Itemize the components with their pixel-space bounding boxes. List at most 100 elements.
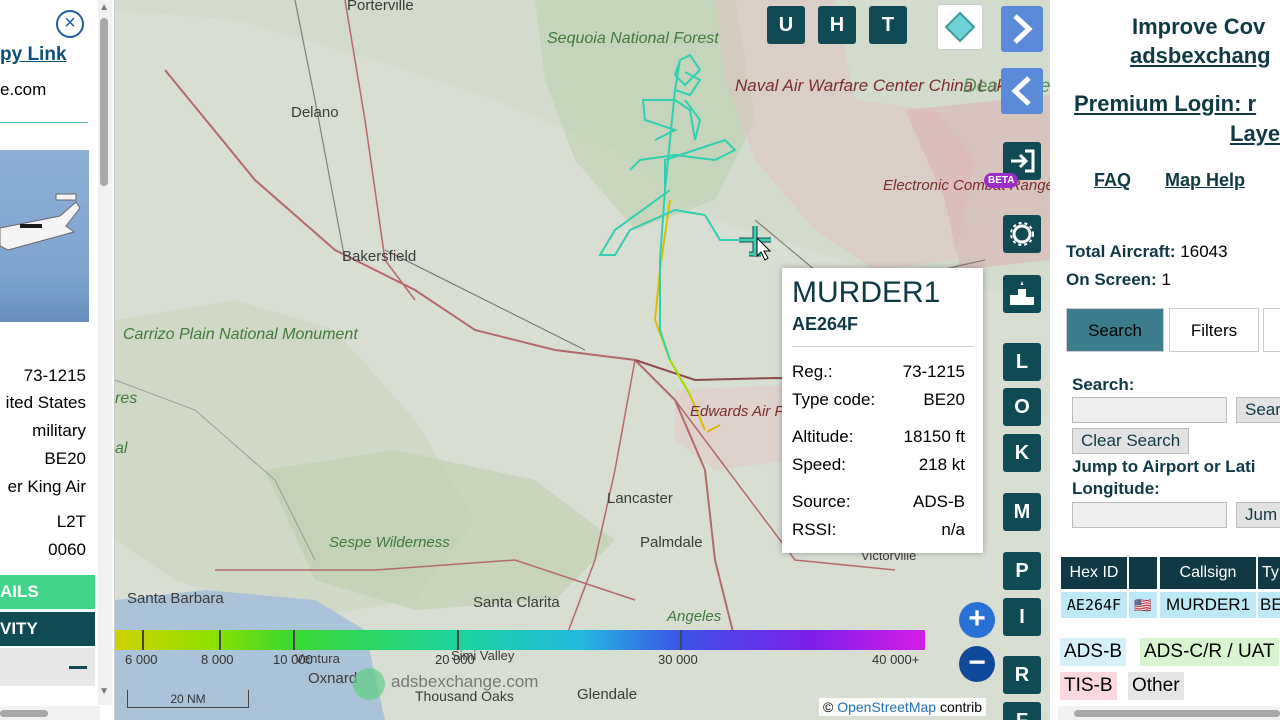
watermark: adsbexchange.com <box>391 672 539 691</box>
popup-value: BE20 <box>923 390 965 409</box>
zoom-in-button[interactable]: + <box>959 602 995 638</box>
detail-registration: 73-1215 <box>23 366 86 385</box>
popup-alt-row: Altitude: 18150 ft <box>792 427 965 447</box>
f-button[interactable]: F <box>1003 702 1041 720</box>
faq-link[interactable]: FAQ <box>1094 170 1131 191</box>
jump-input[interactable] <box>1072 502 1227 528</box>
place-label: Palmdale <box>640 534 703 551</box>
aircraft-photo-image <box>0 193 81 251</box>
improve-coverage-link[interactable]: adsbexchang <box>1130 43 1271 69</box>
place-label: Oxnard <box>308 670 358 687</box>
legend-tick <box>457 630 459 650</box>
table-cell-type[interactable]: BE <box>1258 592 1280 618</box>
popup-label: Reg.: <box>792 362 833 381</box>
collapse-panel-button[interactable] <box>1001 68 1043 114</box>
close-icon[interactable]: × <box>56 10 84 38</box>
scroll-down-icon[interactable]: ▼ <box>99 686 109 697</box>
popup-value: 18150 ft <box>903 427 965 446</box>
details-section-button[interactable]: AILS <box>0 575 95 609</box>
jump-button[interactable]: Jum <box>1236 502 1280 528</box>
collapse-section[interactable] <box>0 648 95 686</box>
legend-label: 40 000+ <box>872 652 920 667</box>
l-button[interactable]: L <box>1003 343 1041 381</box>
legend-tick <box>293 630 295 650</box>
legend-tick <box>219 630 221 650</box>
map-help-link[interactable]: Map Help <box>1165 170 1245 191</box>
place-label: Delano <box>291 104 339 121</box>
search-label: Search: <box>1072 375 1135 394</box>
legend-label: 8 000 <box>201 652 234 667</box>
osm-link[interactable]: OpenStreetMap <box>837 699 936 715</box>
popup-hex: AE264F <box>792 314 859 334</box>
scrollbar-thumb[interactable] <box>100 18 108 186</box>
popup-speed-row: Speed: 218 kt <box>792 455 965 475</box>
altitude-color-legend <box>115 630 925 650</box>
jump-label-2: Longitude: <box>1072 479 1160 498</box>
table-header-callsign[interactable]: Callsign <box>1160 557 1256 589</box>
k-button[interactable]: K <box>1003 434 1041 472</box>
p-button[interactable]: P <box>1003 552 1041 590</box>
popup-value: ADS-B <box>913 492 965 511</box>
expand-panel-button[interactable] <box>1001 6 1043 52</box>
place-label: Bakersfield <box>342 248 417 265</box>
improve-coverage-title[interactable]: Improve Cov <box>1132 14 1265 40</box>
stats-button[interactable] <box>1003 275 1041 313</box>
divider <box>0 122 88 123</box>
tab-more[interactable] <box>1263 308 1280 352</box>
detail-wtc: L2T <box>56 512 86 531</box>
share-domain: e.com <box>0 80 47 99</box>
place-label: Santa Clarita <box>473 594 560 611</box>
chevron-right-icon <box>1013 14 1033 44</box>
layers-button[interactable] <box>937 4 983 50</box>
popup-label: Speed: <box>792 455 846 474</box>
jump-label: Jump to Airport or Lati <box>1072 457 1256 476</box>
r-button[interactable]: R <box>1003 656 1041 694</box>
place-label: res <box>115 390 138 407</box>
detail-type-code: BE20 <box>44 449 86 468</box>
table-header-type[interactable]: Ty <box>1258 557 1280 589</box>
horizontal-scrollbar[interactable] <box>1058 706 1280 720</box>
legend-tick <box>680 630 682 650</box>
u-button[interactable]: U <box>767 6 805 44</box>
table-header-hex[interactable]: Hex ID <box>1061 557 1127 589</box>
search-input[interactable] <box>1072 397 1227 423</box>
scroll-up-icon[interactable]: ▲ <box>99 2 109 13</box>
premium-login-link-2[interactable]: Layer <box>1230 121 1280 147</box>
popup-label: RSSI: <box>792 520 837 539</box>
place-label: Sespe Wilderness <box>329 534 450 551</box>
activity-section-button[interactable]: VITY <box>0 612 95 646</box>
map-canvas[interactable]: Porterville Delano Bakersfield Sequoia N… <box>115 0 1050 720</box>
h-button[interactable]: H <box>818 6 856 44</box>
legend-tisb: TIS-B <box>1060 672 1117 700</box>
table-cell-hex[interactable]: AE264F <box>1061 592 1127 618</box>
popup-source-row: Source: ADS-B <box>792 492 965 512</box>
table-header-flag[interactable] <box>1129 557 1157 589</box>
place-label: Porterville <box>347 0 414 14</box>
aircraft-popup[interactable]: MURDER1 AE264F Reg.: 73-1215 Type code: BE… <box>782 268 983 553</box>
zoom-out-button[interactable]: − <box>959 646 995 682</box>
tab-filters[interactable]: Filters <box>1169 308 1259 352</box>
horizontal-scrollbar[interactable] <box>0 706 100 720</box>
m-button[interactable]: M <box>1003 493 1041 531</box>
legend-adsb: ADS-B <box>1060 638 1127 666</box>
aircraft-photo[interactable] <box>0 150 89 322</box>
settings-button[interactable] <box>1003 215 1041 253</box>
tab-search[interactable]: Search <box>1066 308 1164 352</box>
scrollbar-thumb[interactable] <box>0 710 48 717</box>
t-button[interactable]: T <box>869 6 907 44</box>
layers-icon <box>944 11 976 43</box>
scrollbar-thumb[interactable] <box>1074 710 1280 717</box>
copy-link[interactable]: py Link <box>0 44 67 66</box>
adsbexchange-logo-icon <box>353 668 385 700</box>
o-button[interactable]: O <box>1003 388 1041 426</box>
on-screen-label: On Screen: <box>1066 270 1157 289</box>
i-button[interactable]: I <box>1003 598 1041 636</box>
table-cell-callsign[interactable]: MURDER1 <box>1160 592 1256 618</box>
legend-label: 6 000 <box>125 652 158 667</box>
premium-login-link[interactable]: Premium Login: r <box>1074 91 1256 117</box>
popup-value: 218 kt <box>918 455 965 474</box>
flag-icon[interactable]: 🇺🇸 <box>1129 592 1157 618</box>
search-button[interactable]: Sear <box>1236 397 1280 423</box>
total-aircraft: Total Aircraft: 16043 <box>1066 242 1228 262</box>
clear-search-button[interactable]: Clear Search <box>1072 428 1190 454</box>
